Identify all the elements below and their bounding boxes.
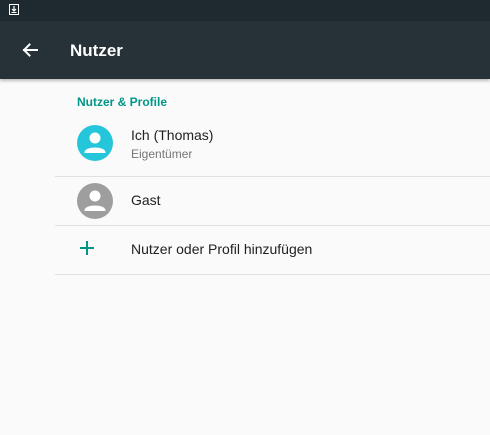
status-bar (0, 0, 490, 21)
users-settings-content: Nutzer & Profile Ich (Thomas) Eigentümer… (0, 79, 490, 435)
app-bar: Nutzer (0, 21, 490, 79)
user-item-owner[interactable]: Ich (Thomas) Eigentümer (55, 119, 490, 177)
back-button[interactable] (14, 34, 46, 66)
person-icon (77, 125, 113, 161)
person-icon (77, 183, 113, 219)
download-icon (9, 4, 19, 15)
section-header: Nutzer & Profile (77, 95, 168, 109)
add-user-label: Nutzer oder Profil hinzufügen (131, 241, 313, 257)
user-name: Ich (Thomas) (131, 127, 214, 143)
arrow-back-icon (22, 43, 38, 57)
add-user-button[interactable]: Nutzer oder Profil hinzufügen (55, 226, 490, 275)
user-role: Eigentümer (131, 147, 193, 161)
user-item-guest[interactable]: Gast (55, 177, 490, 226)
page-title: Nutzer (70, 41, 123, 60)
user-name: Gast (131, 192, 161, 208)
add-icon (80, 241, 94, 255)
